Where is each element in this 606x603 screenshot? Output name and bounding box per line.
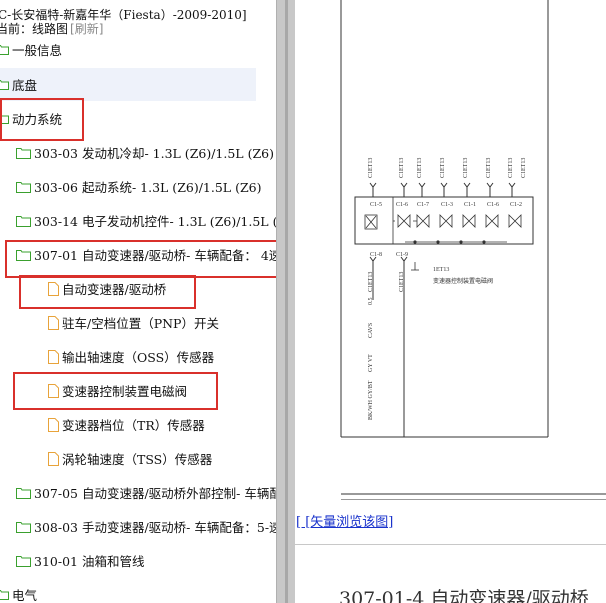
tree-node-label: 电气 [12, 588, 38, 603]
folder-icon [0, 80, 9, 90]
folder-icon [0, 45, 9, 55]
tree-node-303-06[interactable]: 303-06 起动系统- 1.3L (Z6)/1.5L (Z6) [16, 170, 261, 203]
tree-node-solenoid[interactable]: 变速器控制装置电磁阀 [48, 374, 187, 407]
folder-icon [16, 487, 31, 499]
tree-node-label: 310-01 油箱和管线 [34, 554, 145, 569]
tree-node-label: 动力系统 [12, 112, 63, 127]
refresh-link[interactable]: [刷新] [70, 22, 103, 36]
document-icon [48, 417, 59, 432]
vector-view-link[interactable]: [ [矢量浏览该图] [296, 511, 393, 530]
document-icon [48, 349, 59, 364]
component-name: 变速器控制装置电磁阀 [433, 277, 493, 285]
tree-node-307-01[interactable]: 307-01 自动变速器/驱动桥- 车辆配备： 4速 [16, 238, 276, 271]
tree-node-label: 自动变速器/驱动桥 [62, 282, 167, 297]
tree-node-303-14[interactable]: 303-14 电子发动机控件- 1.3L (Z6)/1.5L (Z6) [16, 204, 276, 237]
pin-label: C1-5 [370, 202, 382, 208]
wire-label-2: C1ET13 [399, 158, 405, 178]
pin-label: C1-7 [417, 202, 429, 208]
pin-label: C1-2 [510, 202, 522, 208]
folder-icon [16, 147, 31, 159]
pin-label: C1-3 [441, 202, 453, 208]
component-id: 1ET13 [433, 267, 449, 273]
pin-label: C1-6 [487, 202, 499, 208]
pin-label: C1-6 [396, 202, 408, 208]
tree-node-pnp-switch[interactable]: 驻车/空档位置（PNP）开关 [48, 306, 219, 339]
wire-label-8: C1ET13 [521, 158, 527, 178]
pin-label: C1-1 [464, 202, 476, 208]
section-divider [295, 544, 606, 545]
lower-label-4: BK/WH GY/BT [368, 380, 374, 420]
folder-icon [16, 521, 31, 533]
tree-node-oss-sensor[interactable]: 输出轴速度（OSS）传感器 [48, 340, 214, 373]
tree-node-label: 307-01 自动变速器/驱动桥- 车辆配备： 4速 [34, 248, 276, 263]
splitter-grip[interactable] [285, 0, 288, 603]
lower-label-2: CAVS [368, 323, 374, 338]
document-icon [48, 315, 59, 330]
wire-label-bottom-2: C1ET13 [399, 272, 405, 292]
wire-label-6: C1ET13 [486, 158, 492, 178]
folder-icon [16, 555, 31, 567]
wire-label-1: C1ET13 [368, 158, 374, 178]
folder-open-icon [0, 114, 9, 124]
tree-node-label: 307-05 自动变速器/驱动桥外部控制- 车辆配备 [34, 486, 276, 501]
tree-node-label: 303-03 发动机冷却- 1.3L (Z6)/1.5L (Z6) [34, 146, 274, 161]
tree-node-label: 涡轮轴速度（TSS）传感器 [62, 452, 213, 467]
folder-icon [0, 590, 9, 600]
tree-node-general-info[interactable]: 一般信息 [0, 33, 62, 66]
wire-label-5: C1ET13 [463, 158, 469, 178]
tree-node-powertrain[interactable]: 动力系统 [0, 102, 62, 135]
tree-node-label: 驻车/空档位置（PNP）开关 [62, 316, 219, 331]
lower-label-1: 0.5 [368, 298, 374, 306]
folder-open-icon [16, 249, 31, 261]
folder-icon [16, 181, 31, 193]
tree-node-307-05[interactable]: 307-05 自动变速器/驱动桥外部控制- 车辆配备 [16, 476, 276, 509]
tree-node-tr-sensor[interactable]: 变速器档位（TR）传感器 [48, 408, 205, 441]
tree-node-310-01[interactable]: 310-01 油箱和管线 [16, 544, 144, 577]
tree-node-label: 303-14 电子发动机控件- 1.3L (Z6)/1.5L (Z6) [34, 214, 276, 229]
document-icon [48, 383, 59, 398]
tree-node-label: 输出轴速度（OSS）传感器 [62, 350, 215, 365]
tree-node-label: 底盘 [12, 78, 38, 93]
diagram-viewer: C1ET13 C1ET13 C1ET13 C1ET13 C1ET13 C1ET1… [295, 0, 606, 603]
wiring-diagram: C1ET13 C1ET13 C1ET13 C1ET13 C1ET13 C1ET1… [340, 0, 606, 500]
tree-node-label: 一般信息 [12, 43, 63, 58]
document-icon [48, 281, 59, 296]
wire-label-bottom-1: C1ET13 [368, 272, 374, 292]
tree-node-label: 308-03 手动变速器/驱动桥- 车辆配备：5-速 [34, 520, 276, 535]
tree-node-label: 变速器控制装置电磁阀 [62, 384, 188, 399]
document-icon [48, 451, 59, 466]
panel-splitter[interactable] [276, 0, 296, 603]
tree-node-electrical[interactable]: 电气 [0, 578, 37, 603]
tree-node-label: 303-06 起动系统- 1.3L (Z6)/1.5L (Z6) [34, 180, 262, 195]
tree-node-tss-sensor[interactable]: 涡轮轴速度（TSS）传感器 [48, 442, 212, 475]
tree-panel: C-长安福特-新嘉年华（Fiesta）-2009-2010] 当前：线路图 [刷新… [0, 0, 276, 603]
wire-label-7: C1ET13 [508, 158, 514, 178]
tree-node-308-03[interactable]: 308-03 手动变速器/驱动桥- 车辆配备：5-速 [16, 510, 276, 543]
section-title: 307-01-4 自动变速器/驱动桥 [339, 588, 589, 603]
tree-node-label: 变速器档位（TR）传感器 [62, 418, 205, 433]
pin-label: C1-9 [396, 252, 408, 258]
tree-node-automatic-transaxle[interactable]: 自动变速器/驱动桥 [48, 272, 166, 305]
wire-label-4: C1ET13 [440, 158, 446, 178]
folder-icon [16, 215, 31, 227]
tree-node-chassis[interactable]: 底盘 [0, 68, 256, 101]
wire-label-3: C1ET13 [417, 158, 423, 178]
tree-node-303-03[interactable]: 303-03 发动机冷却- 1.3L (Z6)/1.5L (Z6) [16, 136, 274, 169]
lower-label-3: GY VT [368, 354, 374, 372]
